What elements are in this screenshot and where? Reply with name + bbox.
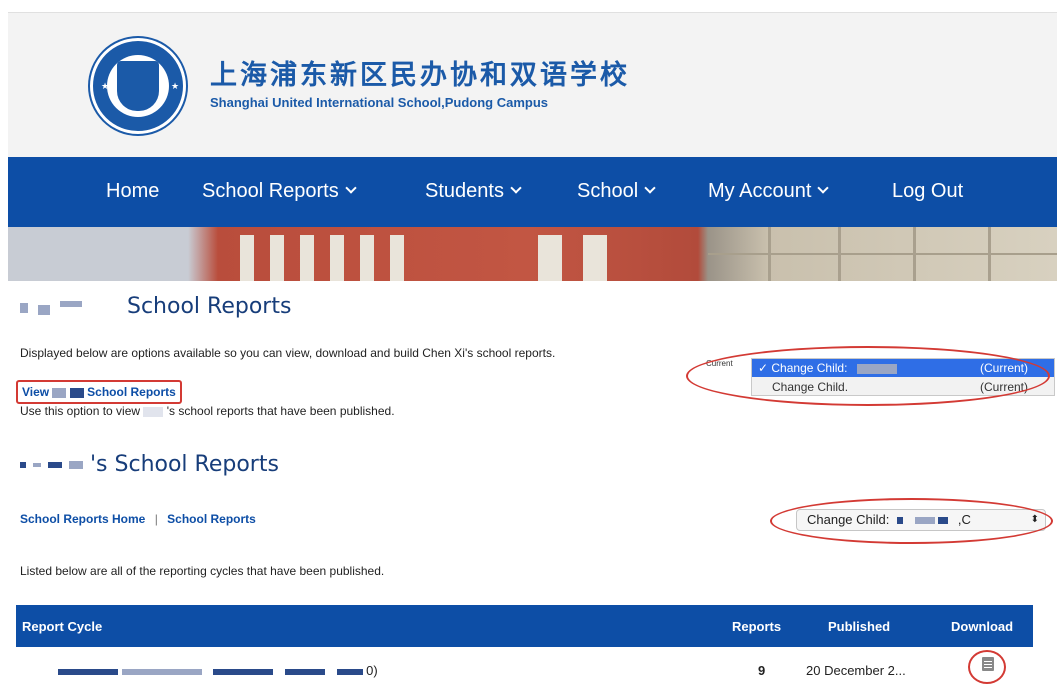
breadcrumb-home-link[interactable]: School Reports Home [20,512,145,526]
chevron-down-icon [817,182,830,194]
nav-home[interactable]: Home [106,180,159,203]
option-desc-suffix: 's school reports that have been publish… [166,404,395,418]
col-published[interactable]: Published [828,619,890,634]
school-name-chinese: 上海浦东新区民办协和双语学校 [210,60,630,91]
page-title-text: School Reports [127,294,292,319]
redacted-name [52,387,67,398]
redacted-name [20,462,26,468]
cell-report-cycle[interactable]: 0) [58,663,378,678]
redacted-text [213,668,274,675]
banner-window [300,235,314,281]
table-row[interactable]: 0) 9 20 December 2... [16,647,1033,688]
logo-shield [117,61,159,111]
nav-label: Log Out [892,180,964,202]
annotation-oval [770,498,1053,544]
listed-description: Listed below are all of the reporting cy… [20,564,385,578]
banner-window [583,235,607,281]
banner-window [390,235,404,281]
nav-students[interactable]: Students [425,180,522,203]
chevron-down-icon [510,182,522,194]
col-download[interactable]: Download [951,619,1013,634]
redacted-text [121,668,202,675]
redacted-text [336,668,363,675]
table-header: Report Cycle Reports Published Download [16,605,1033,647]
banner-column [988,227,991,281]
banner-window [360,235,374,281]
logo-star-icon: ★ [101,81,110,91]
logo-star-icon: ★ [171,81,180,91]
campus-banner-image [8,227,1057,281]
breadcrumb: School Reports Home | School Reports [20,512,256,526]
banner-window [240,235,254,281]
school-logo[interactable]: ★ ★ [90,38,186,134]
col-report-cycle[interactable]: Report Cycle [22,619,102,634]
view-school-reports-link[interactable]: View School Reports [16,380,182,404]
reports-title-text: 's School Reports [90,452,279,477]
chevron-down-icon [345,182,357,194]
banner-column [768,227,771,281]
school-name-english: Shanghai United International School,Pud… [210,95,549,110]
cell-published: 20 December 2... [806,663,906,678]
intro-description: Displayed below are options available so… [20,346,556,360]
view-link-prefix: View [22,385,50,399]
nav-label: Home [106,180,160,202]
banner-column [838,227,841,281]
nav-label: School [577,180,639,202]
breadcrumb-reports-link[interactable]: School Reports [167,512,256,526]
reports-title: 's School Reports [20,452,279,477]
banner-column [913,227,916,281]
nav-label: Students [425,180,504,202]
annotation-oval [968,650,1006,684]
banner-ledge [708,253,1057,255]
col-reports[interactable]: Reports [732,619,781,634]
breadcrumb-separator: | [154,512,158,526]
nav-label: School Reports [202,180,339,202]
redacted-name [69,461,83,469]
redacted-name [33,463,41,467]
nav-school-reports[interactable]: School Reports [202,180,357,203]
site-header: ★ ★ 上海浦东新区民办协和双语学校 Shanghai United Inter… [8,12,1057,158]
redacted-name [20,297,120,317]
nav-log-out[interactable]: Log Out [892,180,963,203]
banner-window [270,235,284,281]
redacted-name [48,462,62,468]
redacted-name [143,406,164,417]
redacted-text [284,668,325,675]
redacted-name [69,387,84,398]
cell-reports: 9 [758,663,766,678]
nav-my-account[interactable]: My Account [708,180,830,203]
option-description: Use this option to view 's school report… [20,404,395,418]
banner-window [538,235,562,281]
banner-window [330,235,344,281]
page-title: School Reports [20,294,291,319]
chevron-down-icon [644,182,656,194]
nav-label: My Account [708,180,812,202]
option-desc-prefix: Use this option to view [20,404,141,418]
nav-school[interactable]: School [577,180,656,203]
redacted-text [58,668,118,675]
main-nav: Home School Reports Students School My A… [8,157,1057,227]
annotation-oval [686,346,1050,406]
view-link-suffix: School Reports [87,385,176,399]
cycle-suffix: 0) [366,663,378,678]
